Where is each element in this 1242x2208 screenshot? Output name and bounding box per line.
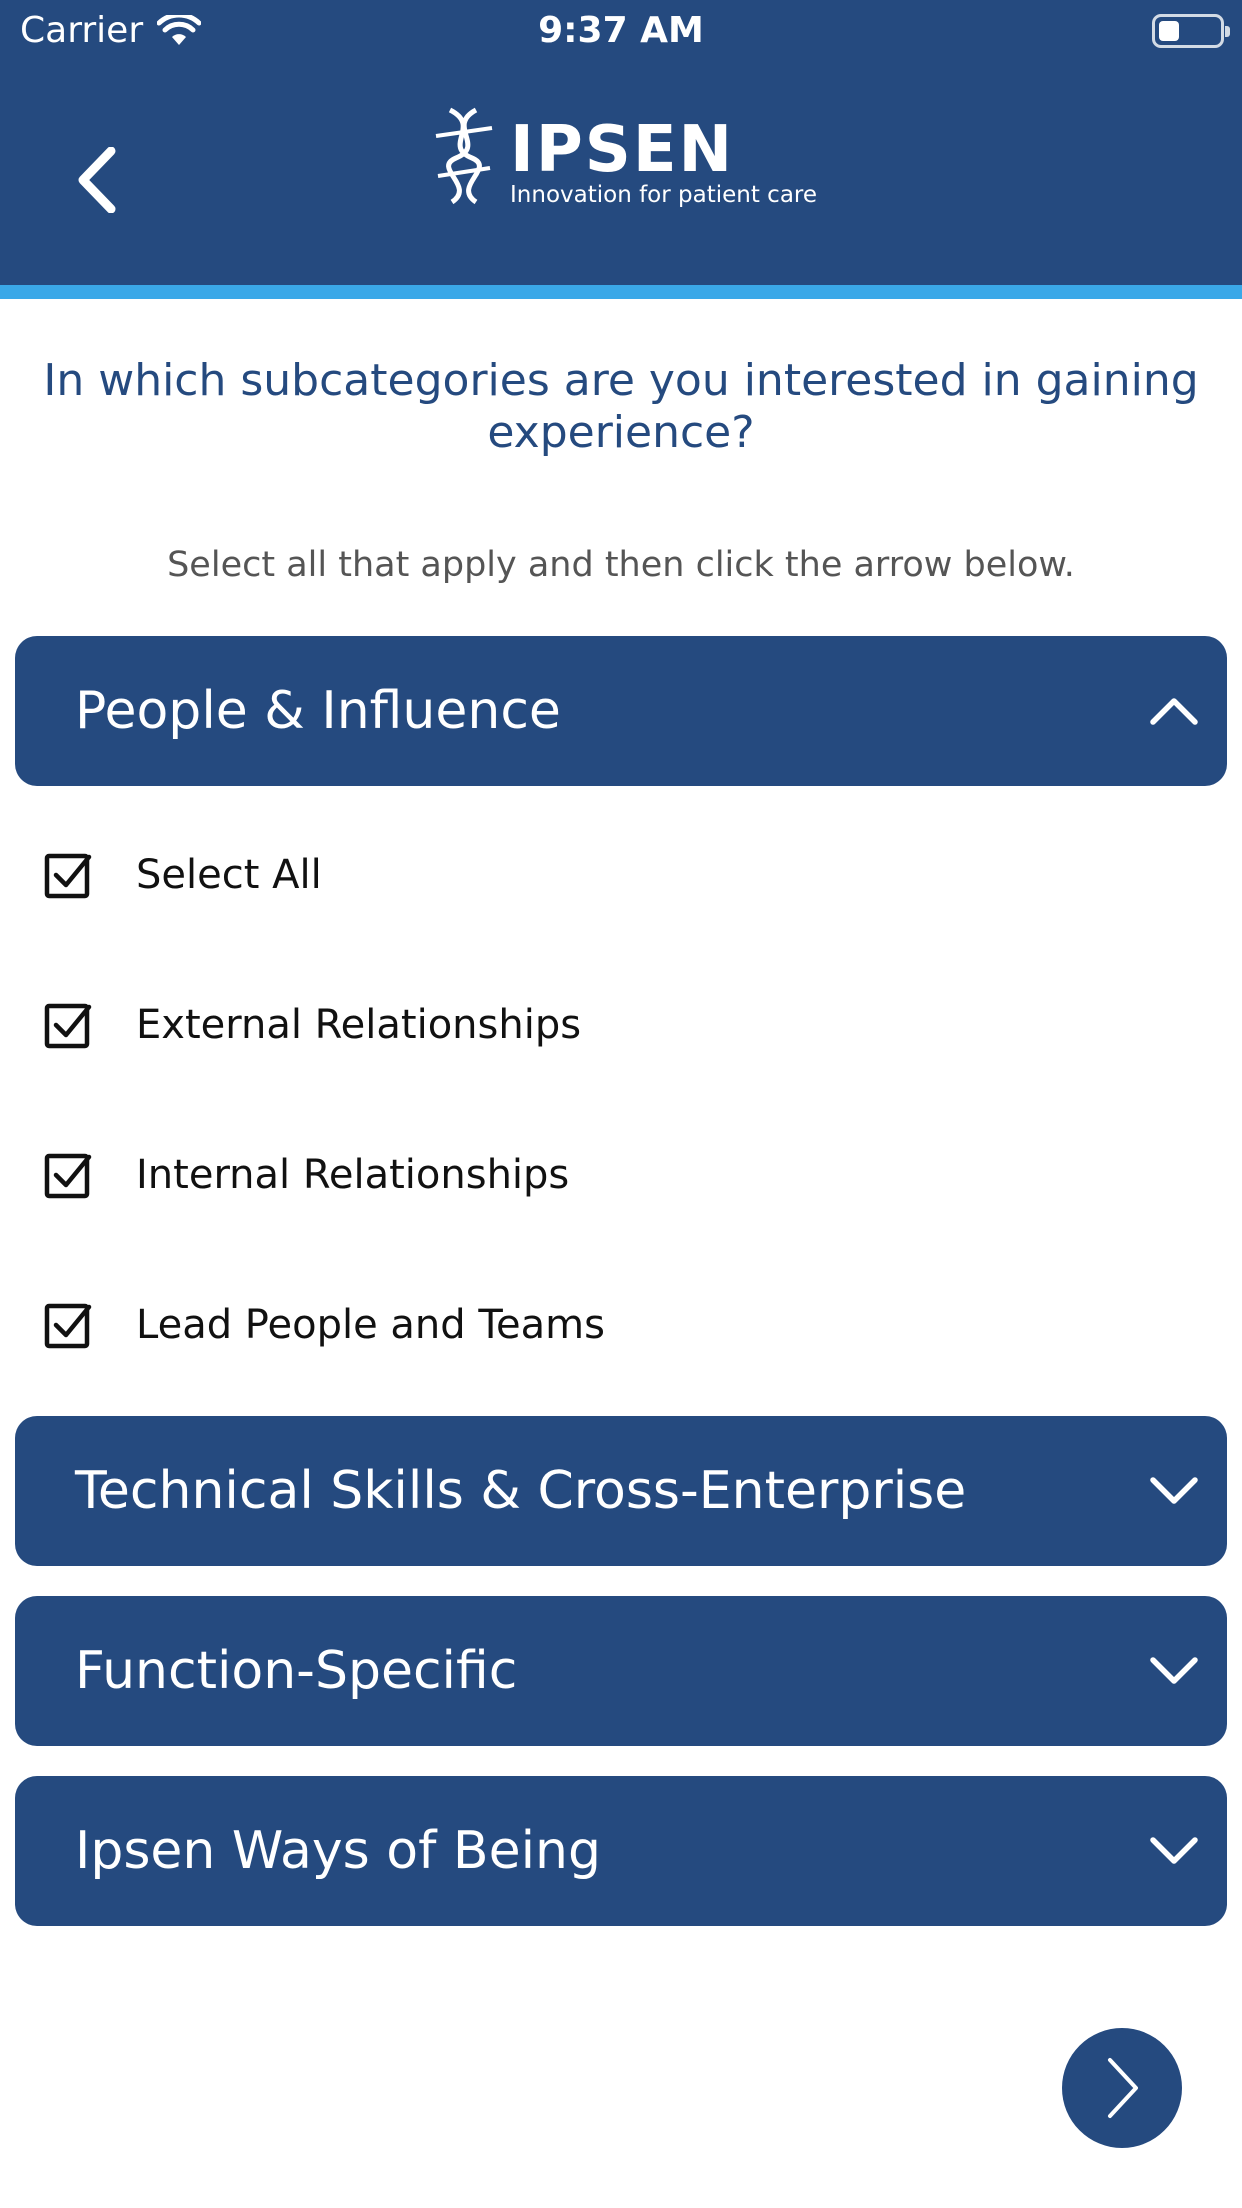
checked-checkbox-icon[interactable] (44, 1151, 92, 1199)
chevron-left-icon (78, 147, 116, 213)
chevron-up-icon (1150, 698, 1198, 725)
ipsen-logo: IPSEN Innovation for patient care (432, 100, 817, 220)
checked-checkbox-icon[interactable] (44, 1001, 92, 1049)
header-accent-stripe (0, 285, 1242, 299)
section-title: Technical Skills & Cross-Enterprise (75, 1461, 967, 1521)
checkbox-row-internal-relationships[interactable]: Internal Relationships (44, 1130, 944, 1220)
status-bar: Carrier 9:37 AM (0, 0, 1242, 62)
section-ipsen-ways-header[interactable]: Ipsen Ways of Being (15, 1776, 1227, 1926)
status-time: 9:37 AM (538, 10, 704, 51)
checked-checkbox-icon[interactable] (44, 851, 92, 899)
chevron-down-icon (1150, 1657, 1198, 1684)
back-button[interactable] (62, 140, 132, 220)
chevron-down-icon (1150, 1477, 1198, 1504)
page-question: In which subcategories are you intereste… (43, 355, 1199, 458)
section-title: People & Influence (75, 681, 561, 741)
section-function-specific-header[interactable]: Function-Specific (15, 1596, 1227, 1746)
checkbox-label: Select All (136, 852, 322, 898)
checkbox-label: Lead People and Teams (136, 1302, 605, 1348)
checkbox-label: External Relationships (136, 1002, 582, 1048)
checkbox-label: Internal Relationships (136, 1152, 570, 1198)
chevron-right-icon (1108, 2058, 1138, 2118)
section-people-influence-header[interactable]: People & Influence (15, 636, 1227, 786)
brand-name: IPSEN (510, 113, 735, 187)
checkbox-row-lead-people-teams[interactable]: Lead People and Teams (44, 1280, 944, 1370)
next-button[interactable] (1062, 2028, 1182, 2148)
dna-helix-icon (435, 107, 493, 205)
checkbox-row-external-relationships[interactable]: External Relationships (44, 980, 944, 1070)
instruction-text: Select all that apply and then click the… (167, 545, 1075, 585)
section-technical-skills-header[interactable]: Technical Skills & Cross-Enterprise (15, 1416, 1227, 1566)
checked-checkbox-icon[interactable] (44, 1301, 92, 1349)
brand-tagline: Innovation for patient care (510, 182, 818, 208)
section-title: Function-Specific (75, 1641, 518, 1701)
section-title: Ipsen Ways of Being (75, 1821, 601, 1881)
checkbox-row-select-all[interactable]: Select All (44, 830, 944, 920)
battery-icon (1152, 14, 1230, 48)
chevron-down-icon (1150, 1837, 1198, 1864)
